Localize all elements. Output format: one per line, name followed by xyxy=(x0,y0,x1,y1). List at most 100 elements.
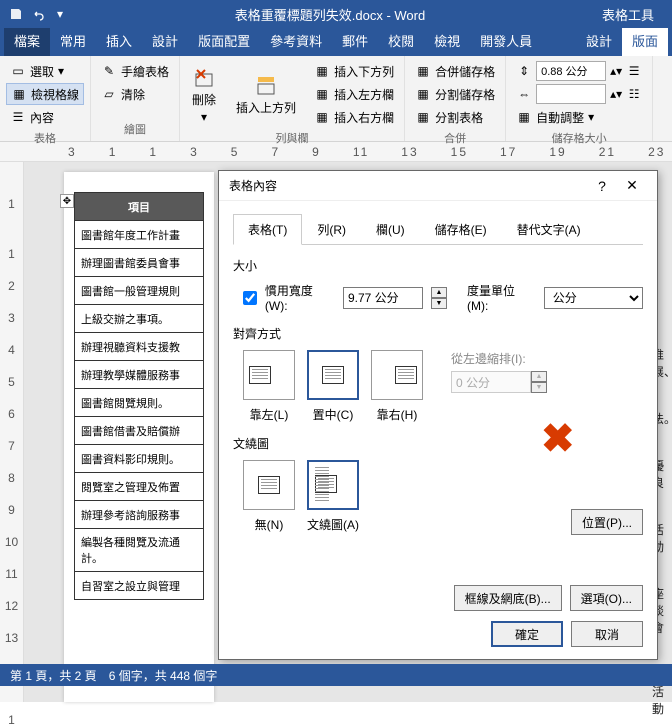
tool-context-title: 表格工具 xyxy=(592,5,664,24)
cursor-icon: ▭ xyxy=(10,63,26,79)
table-cell[interactable]: 圖書館年度工作計畫 xyxy=(75,221,204,249)
table-cell[interactable]: 辦理視聽資料支援教 xyxy=(75,333,204,361)
align-left-option[interactable] xyxy=(243,350,295,400)
borders-button[interactable]: 框線及網底(B)... xyxy=(454,585,562,611)
insert-right-icon: ▦ xyxy=(314,109,330,125)
tab-review[interactable]: 校閱 xyxy=(378,28,424,56)
save-icon[interactable] xyxy=(8,6,24,22)
width-spin-up[interactable]: ▲ xyxy=(431,287,447,298)
insert-below-icon: ▦ xyxy=(314,63,330,79)
table-header[interactable]: 項目 xyxy=(75,193,204,221)
table-cell[interactable]: 圖書館借書及賠償辦 xyxy=(75,417,204,445)
group-size-label: 儲存格大小 xyxy=(512,130,646,146)
delete-button[interactable]: 刪除▾ xyxy=(186,60,222,128)
indent-input xyxy=(451,371,531,393)
dialog-tab-alt[interactable]: 替代文字(A) xyxy=(502,214,596,245)
insert-left-button[interactable]: ▦插入左方欄 xyxy=(310,83,398,105)
table-cell[interactable]: 圖書資料影印規則。 xyxy=(75,445,204,473)
wrap-none-label: 無(N) xyxy=(255,516,284,533)
width-spin-down[interactable]: ▼ xyxy=(431,298,447,309)
merge-icon: ▦ xyxy=(415,63,431,79)
table-cell[interactable]: 辦理參考諮詢服務事 xyxy=(75,501,204,529)
preferred-width-checkbox[interactable] xyxy=(243,291,257,305)
row-height-field[interactable]: ⇕▴▾☰ xyxy=(512,60,646,82)
delete-icon xyxy=(192,65,216,89)
grid-icon: ▦ xyxy=(11,86,27,102)
measure-select[interactable]: 公分 xyxy=(544,287,643,309)
split-cells-button[interactable]: ▦分割儲存格 xyxy=(411,83,499,105)
tab-table-layout[interactable]: 版面 xyxy=(622,28,668,56)
group-draw-label: 繪圖 xyxy=(97,121,173,137)
dropdown-icon[interactable]: ▾ xyxy=(52,6,68,22)
split-table-button[interactable]: ▦分割表格 xyxy=(411,106,499,128)
status-bar: 第 1 頁，共 2 頁 6 個字，共 448 個字 xyxy=(0,664,672,686)
tab-developer[interactable]: 開發人員 xyxy=(470,28,542,56)
table-cell[interactable]: 自習室之設立與管理 xyxy=(75,572,204,600)
align-center-option[interactable] xyxy=(307,350,359,400)
indent-label: 從左邊縮排(I): xyxy=(451,350,547,367)
tab-mailings[interactable]: 郵件 xyxy=(332,28,378,56)
properties-icon: ☰ xyxy=(10,109,26,125)
document-title: 表格重覆標題列失效.docx - Word xyxy=(68,5,592,24)
align-center-label: 置中(C) xyxy=(313,406,354,423)
distribute-cols-icon[interactable]: ☷ xyxy=(626,86,642,102)
width-input[interactable] xyxy=(536,84,606,104)
dialog-tab-column[interactable]: 欄(U) xyxy=(361,214,420,245)
table-cell[interactable]: 辦理教學媒體服務事 xyxy=(75,361,204,389)
dialog-tab-row[interactable]: 列(R) xyxy=(302,214,361,245)
align-right-label: 靠右(H) xyxy=(377,406,418,423)
view-gridlines-button[interactable]: ▦檢視格線 xyxy=(6,83,84,105)
dialog-close-button[interactable]: ✕ xyxy=(617,171,647,201)
preferred-width-label: 慣用寬度(W): xyxy=(265,282,335,313)
status-words[interactable]: 6 個字，共 448 個字 xyxy=(109,667,218,684)
undo-icon[interactable] xyxy=(30,6,46,22)
table-move-handle[interactable]: ✥ xyxy=(60,194,74,208)
document-table[interactable]: 項目 圖書館年度工作計畫辦理圖書館委員會事圖書館一般管理規則上級交辦之事項。辦理… xyxy=(74,192,204,600)
tab-design[interactable]: 設計 xyxy=(142,28,188,56)
select-button[interactable]: ▭選取▾ xyxy=(6,60,84,82)
table-cell[interactable]: 上級交辦之事項。 xyxy=(75,305,204,333)
tab-table-design[interactable]: 設計 xyxy=(576,28,622,56)
table-cell[interactable]: 圖書館閱覽規則。 xyxy=(75,389,204,417)
position-button[interactable]: 位置(P)... xyxy=(571,509,643,535)
options-button[interactable]: 選項(O)... xyxy=(570,585,643,611)
pencil-icon: ✎ xyxy=(101,63,117,79)
align-left-label: 靠左(L) xyxy=(250,406,289,423)
autofit-button[interactable]: ▦自動調整▾ xyxy=(512,106,646,128)
table-cell[interactable]: 閱覽室之管理及佈置 xyxy=(75,473,204,501)
tab-references[interactable]: 參考資料 xyxy=(260,28,332,56)
ok-button[interactable]: 確定 xyxy=(491,621,563,647)
merge-cells-button[interactable]: ▦合併儲存格 xyxy=(411,60,499,82)
tab-home[interactable]: 常用 xyxy=(50,28,96,56)
insert-below-button[interactable]: ▦插入下方列 xyxy=(310,60,398,82)
indent-spin-down: ▼ xyxy=(531,382,547,393)
tab-layout[interactable]: 版面配置 xyxy=(188,28,260,56)
table-cell[interactable]: 編製各種閱覽及流通計。 xyxy=(75,529,204,572)
table-properties-dialog: 表格內容 ? ✕ 表格(T) 列(R) 欄(U) 儲存格(E) 替代文字(A) … xyxy=(218,170,658,660)
wrap-none-option[interactable] xyxy=(243,460,295,510)
cancel-button[interactable]: 取消 xyxy=(571,621,643,647)
align-right-option[interactable] xyxy=(371,350,423,400)
insert-right-button[interactable]: ▦插入右方欄 xyxy=(310,106,398,128)
status-page[interactable]: 第 1 頁，共 2 頁 xyxy=(10,667,97,684)
eraser-button[interactable]: ▱清除 xyxy=(97,83,173,105)
autofit-icon: ▦ xyxy=(516,109,532,125)
split-icon: ▦ xyxy=(415,86,431,102)
insert-above-button[interactable]: 插入上方列 xyxy=(230,60,302,128)
table-cell[interactable]: 辦理圖書館委員會事 xyxy=(75,249,204,277)
table-cell[interactable]: 圖書館一般管理規則 xyxy=(75,277,204,305)
tab-file[interactable]: 檔案 xyxy=(4,28,50,56)
preferred-width-input[interactable] xyxy=(343,287,423,309)
dialog-tab-table[interactable]: 表格(T) xyxy=(233,214,302,245)
properties-button[interactable]: ☰內容 xyxy=(6,106,84,128)
wrap-around-option[interactable] xyxy=(307,460,359,510)
dialog-tab-cell[interactable]: 儲存格(E) xyxy=(420,214,502,245)
tab-view[interactable]: 檢視 xyxy=(424,28,470,56)
dialog-help-button[interactable]: ? xyxy=(587,171,617,201)
tab-insert[interactable]: 插入 xyxy=(96,28,142,56)
wrap-around-label: 文繞圖(A) xyxy=(307,516,359,533)
insert-above-icon xyxy=(254,73,278,97)
draw-table-button[interactable]: ✎手繪表格 xyxy=(97,60,173,82)
height-input[interactable] xyxy=(536,61,606,81)
distribute-rows-icon[interactable]: ☰ xyxy=(626,63,642,79)
